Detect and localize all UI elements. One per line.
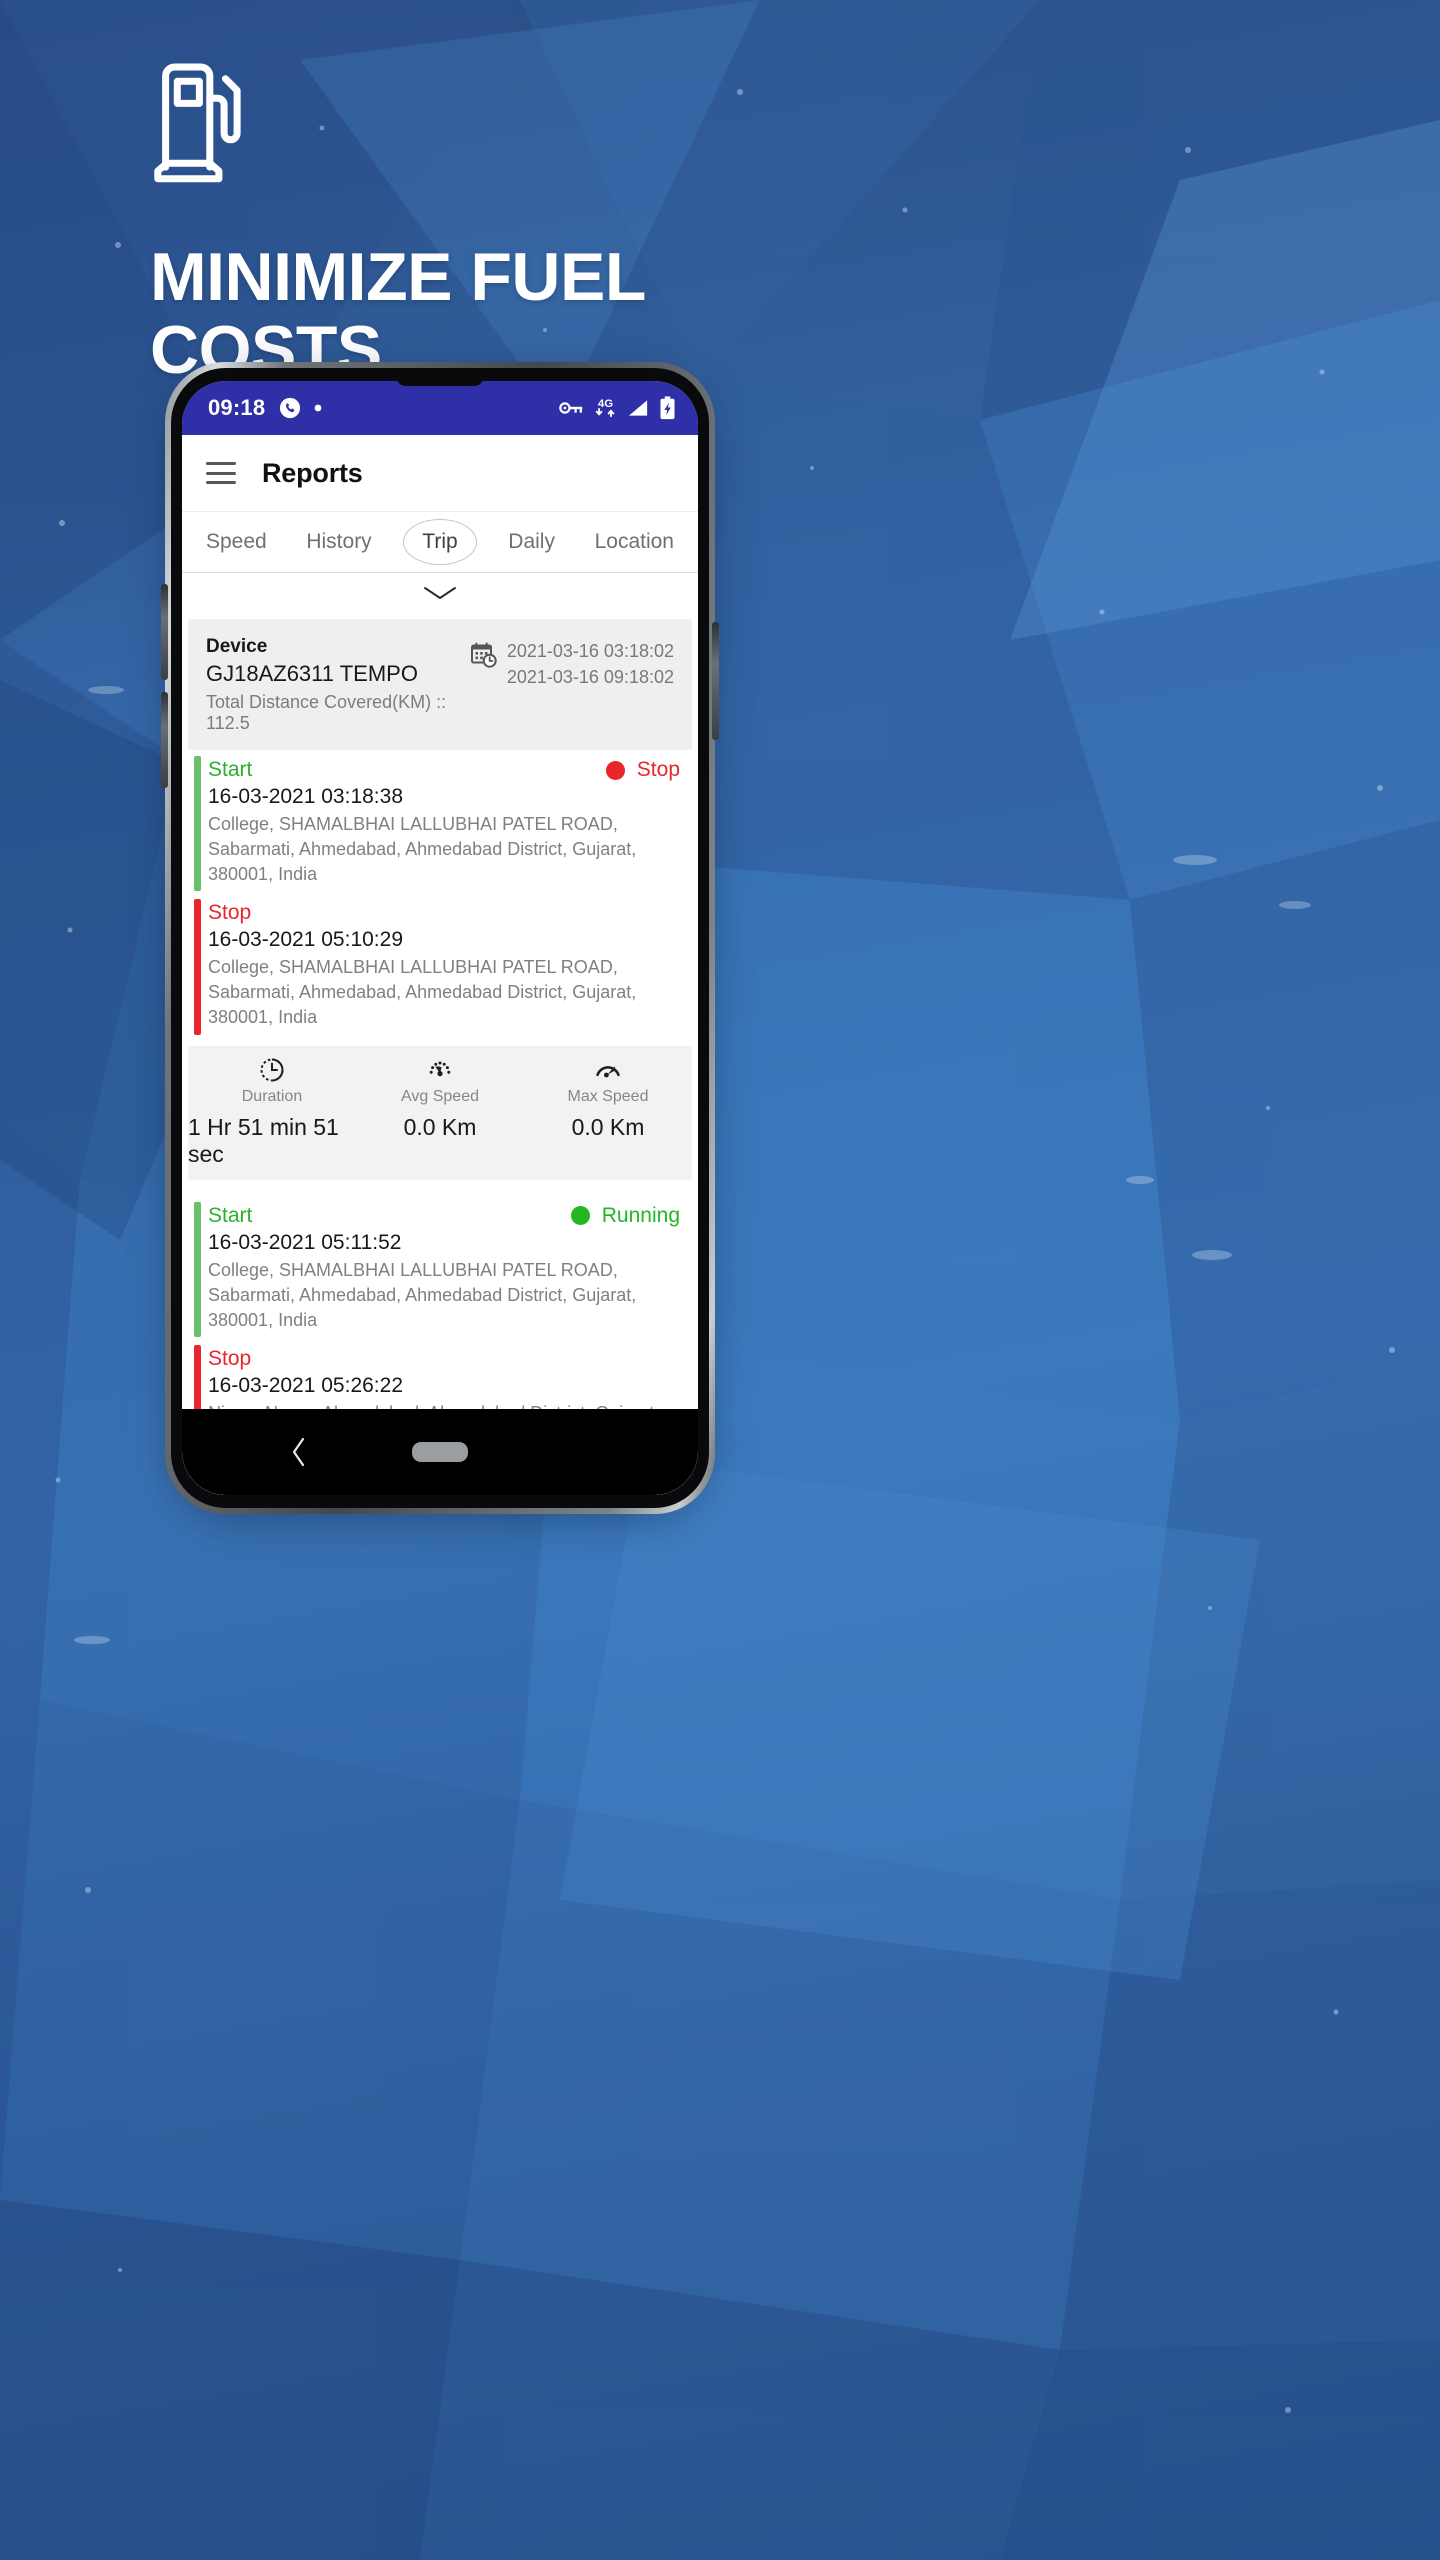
tab-history[interactable]: History [298, 524, 379, 560]
trip-stop-time: 16-03-2021 05:26:22 [208, 1374, 403, 1398]
status-bar-right-icons: 4G [558, 396, 676, 420]
avg-gauge-icon [429, 1061, 451, 1077]
home-pill-icon[interactable] [412, 1442, 468, 1462]
battery-charging-icon [660, 396, 675, 420]
status-badge: Stop [605, 758, 680, 782]
trip-start-address: College, SHAMALBHAI LALLUBHAI PATEL ROAD… [208, 1259, 637, 1330]
phone-body: 09:18 4G Reports Speed History Trip Dail… [171, 368, 709, 1508]
stat-max-speed: Max Speed 0.0 Km [524, 1057, 692, 1168]
max-gauge-icon [596, 1066, 620, 1078]
stat-max-speed-label: Max Speed [567, 1087, 649, 1105]
trip-start-time: 16-03-2021 05:11:52 [208, 1230, 402, 1254]
headline-line-1: MINIMIZE FUEL [150, 239, 646, 315]
phone-bezel: 09:18 4G Reports Speed History Trip Dail… [165, 362, 715, 1514]
trip-row[interactable]: Start Stop 16-03-2021 03:18:38 College, … [182, 750, 698, 1180]
status-bar-time: 09:18 [208, 395, 266, 420]
vpn-key-icon [559, 402, 583, 414]
device-date-range: 2021-03-16 03:18:02 2021-03-16 09:18:02 [470, 636, 674, 690]
tab-bar: Speed History Trip Daily Location [182, 511, 698, 573]
trip-start-time: 16-03-2021 03:18:38 [208, 785, 403, 808]
trip-start-label: Start [208, 1203, 253, 1227]
tab-trip[interactable]: Trip [403, 519, 477, 565]
status-badge-label: Running [601, 1203, 680, 1227]
chevron-down-icon [424, 587, 456, 599]
trip-separator [182, 1179, 698, 1196]
status-badge: Running [570, 1203, 680, 1228]
trip-stop-address: College, SHAMALBHAI LALLUBHAI PATEL ROAD… [208, 957, 637, 1028]
trip-stop-time: 16-03-2021 05:10:29 [208, 928, 403, 952]
stat-duration-value: 1 Hr 51 min 51 sec [188, 1113, 339, 1167]
stat-duration: Duration 1 Hr 51 min 51 sec [188, 1057, 356, 1168]
status-dot-icon [570, 1206, 590, 1226]
status-bar-left-icons [279, 397, 323, 419]
android-navigation-bar [182, 1409, 698, 1495]
device-label: Device [206, 636, 268, 657]
tab-daily[interactable]: Daily [500, 524, 563, 560]
device-info-block: Device GJ18AZ6311 TEMPO Total Distance C… [206, 636, 471, 734]
trip-stop-header: Stop [208, 1347, 680, 1371]
status-bar: 09:18 4G [182, 381, 698, 435]
status-dot-icon [605, 760, 625, 780]
app-bar: Reports [182, 435, 698, 511]
device-summary-card: Device GJ18AZ6311 TEMPO Total Distance C… [188, 619, 692, 750]
trip-start-address: College, SHAMALBHAI LALLUBHAI PATEL ROAD… [208, 814, 637, 884]
volume-down-button[interactable] [161, 692, 168, 788]
hamburger-line-3 [206, 481, 236, 484]
status-badge-label: Stop [636, 758, 680, 781]
dot-indicator-icon [314, 404, 322, 412]
trip-stop-leg: Stop 16-03-2021 05:10:29 College, SHAMAL… [182, 893, 698, 1036]
phone-mockup: 09:18 4G Reports Speed History Trip Dail… [161, 362, 719, 1522]
trip-start-header: Start Stop [208, 758, 680, 782]
camera-notch [396, 370, 484, 386]
signal-icon [628, 400, 648, 416]
calendar-clock-icon [470, 642, 497, 668]
stat-avg-speed-value: 0.0 Km [403, 1113, 477, 1140]
device-total-distance: Total Distance Covered(KM) :: 112.5 [206, 692, 447, 733]
hero-section: MINIMIZE FUEL COSTS [150, 55, 870, 388]
hamburger-menu-icon[interactable] [206, 462, 236, 484]
chevron-left-back-icon[interactable] [290, 1437, 308, 1467]
trip-start-header: Start Running [208, 1204, 680, 1228]
trip-stop-label: Stop [208, 901, 252, 925]
hamburger-line-2 [206, 471, 236, 475]
trip-start-label: Start [208, 758, 253, 781]
device-date-from: 2021-03-16 03:18:02 [506, 641, 674, 661]
trip-start-leg: Start Running 16-03-2021 05:11:52 Colleg… [182, 1196, 698, 1339]
device-date-to: 2021-03-16 09:18:02 [506, 666, 674, 687]
svg-text:4G: 4G [598, 398, 613, 410]
page-title: Reports [262, 457, 363, 488]
trip-stop-header: Stop [208, 901, 680, 925]
device-dates-text: 2021-03-16 03:18:02 2021-03-16 09:18:02 [507, 639, 674, 690]
trip-stats-strip: Duration 1 Hr 51 min 51 sec Avg Speed 0.… [188, 1045, 692, 1180]
stat-duration-label: Duration [241, 1087, 303, 1105]
fuel-pump-icon [154, 63, 241, 183]
volume-up-button[interactable] [161, 584, 168, 680]
trip-stop-label: Stop [208, 1347, 252, 1371]
4g-data-icon: 4G [595, 398, 615, 418]
phone-call-icon [280, 397, 301, 419]
stat-avg-speed: Avg Speed 0.0 Km [356, 1057, 524, 1168]
trip-report-list[interactable]: Device GJ18AZ6311 TEMPO Total Distance C… [182, 613, 698, 1495]
power-lock-button[interactable] [712, 622, 719, 740]
stat-max-speed-value: 0.0 Km [571, 1113, 645, 1140]
clock-icon [260, 1058, 284, 1082]
phone-screen: 09:18 4G Reports Speed History Trip Dail… [182, 381, 698, 1495]
device-name: GJ18AZ6311 TEMPO [206, 661, 418, 686]
hamburger-line-1 [206, 462, 236, 465]
trip-start-leg: Start Stop 16-03-2021 03:18:38 College, … [182, 750, 698, 893]
filter-expander[interactable] [182, 573, 698, 613]
stat-avg-speed-label: Avg Speed [401, 1087, 479, 1105]
tab-location[interactable]: Location [587, 524, 682, 560]
tab-speed[interactable]: Speed [198, 524, 275, 560]
